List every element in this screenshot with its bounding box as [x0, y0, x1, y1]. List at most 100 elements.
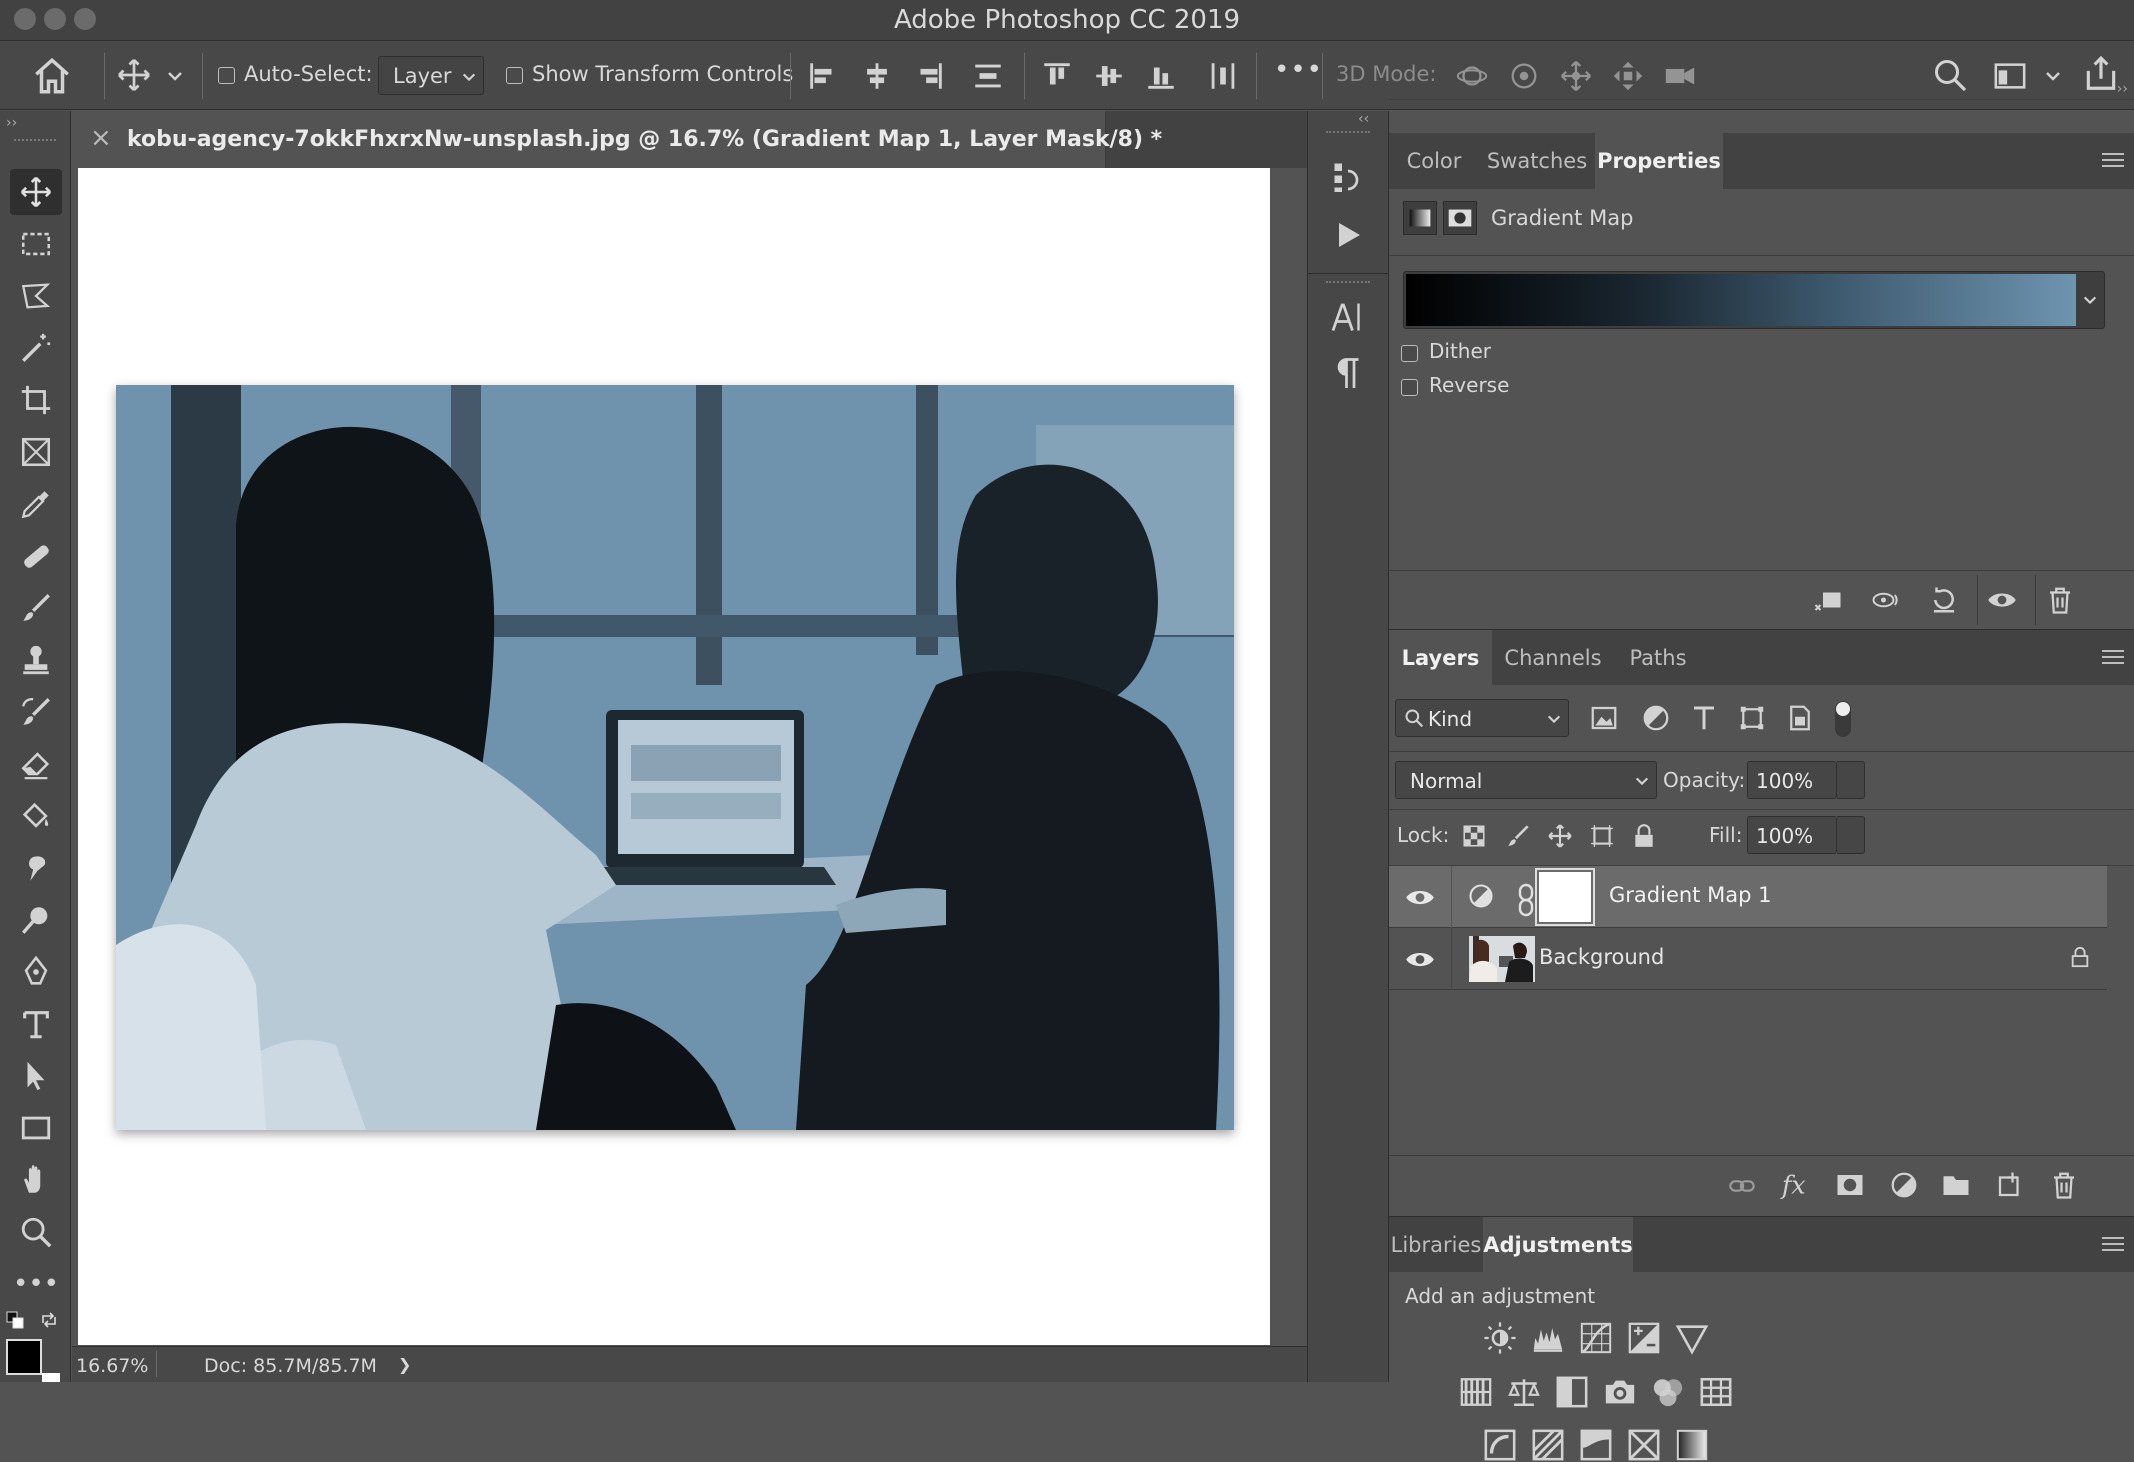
layer-visibility-eye-icon[interactable]: [1405, 885, 1435, 909]
status-menu-arrow-icon[interactable]: ❯: [398, 1355, 411, 1374]
layer-name[interactable]: Background: [1539, 945, 1664, 969]
vibrance-icon[interactable]: [1675, 1321, 1709, 1355]
layer-lock-icon[interactable]: [2069, 946, 2091, 970]
delete-layer-trash-icon[interactable]: [2047, 1170, 2081, 1200]
default-colors-icon[interactable]: [6, 1311, 24, 1329]
panel-menu-icon[interactable]: [2102, 1237, 2124, 1253]
fill-input[interactable]: 100%: [1747, 816, 1861, 854]
lasso-tool-icon[interactable]: [10, 273, 62, 319]
filter-smart-object-icon[interactable]: [1785, 703, 1815, 733]
clone-stamp-tool-icon[interactable]: [10, 637, 62, 683]
threshold-icon[interactable]: [1579, 1428, 1613, 1462]
align-left-icon[interactable]: [806, 59, 840, 93]
layer-visibility-eye-icon[interactable]: [1405, 947, 1435, 971]
add-mask-icon[interactable]: [1833, 1170, 1867, 1200]
lock-image-pixels-icon[interactable]: [1505, 823, 1531, 849]
history-panel-icon[interactable]: [1330, 159, 1366, 195]
tab-layers[interactable]: Layers: [1389, 630, 1492, 686]
chevron-down-icon[interactable]: [2044, 67, 2062, 85]
background-color-swatch[interactable]: [42, 1373, 60, 1382]
smudge-tool-icon[interactable]: [10, 845, 62, 891]
move-tool-icon[interactable]: [10, 169, 62, 215]
panel-menu-icon[interactable]: [2102, 153, 2124, 169]
new-layer-icon[interactable]: [1993, 1170, 2027, 1200]
more-options-icon[interactable]: •••: [1274, 55, 1323, 85]
panel-menu-icon[interactable]: [2102, 650, 2124, 666]
brightness-contrast-icon[interactable]: [1483, 1321, 1517, 1355]
align-bottom-icon[interactable]: [1144, 59, 1178, 93]
home-icon[interactable]: [28, 55, 76, 97]
layer-style-fx-icon[interactable]: fx: [1779, 1168, 1813, 1202]
layer-link-icon[interactable]: [1517, 882, 1535, 917]
color-balance-icon[interactable]: [1507, 1375, 1541, 1409]
filter-type-icon[interactable]: [1689, 703, 1719, 733]
collapse-panels-icon[interactable]: ››: [2117, 81, 2128, 97]
posterize-icon[interactable]: [1531, 1428, 1565, 1462]
frame-tool-icon[interactable]: [10, 429, 62, 475]
curves-icon[interactable]: [1579, 1321, 1613, 1355]
tab-libraries[interactable]: Libraries: [1389, 1217, 1483, 1273]
document-canvas[interactable]: [78, 168, 1270, 1345]
share-icon[interactable]: [2082, 55, 2120, 93]
clip-to-layer-icon[interactable]: [1811, 585, 1845, 615]
photo-filter-icon[interactable]: [1603, 1375, 1637, 1409]
eraser-tool-icon[interactable]: [10, 741, 62, 787]
layer-name[interactable]: Gradient Map 1: [1609, 883, 1771, 907]
healing-brush-tool-icon[interactable]: [10, 533, 62, 579]
collapse-dock-icon[interactable]: ‹‹: [1358, 111, 1369, 127]
show-transform-checkbox[interactable]: [506, 67, 523, 84]
move-tool-icon[interactable]: [116, 57, 152, 93]
more-tools-icon[interactable]: •••: [10, 1261, 62, 1307]
align-top-icon[interactable]: [1040, 59, 1074, 93]
history-brush-tool-icon[interactable]: [10, 689, 62, 735]
hand-tool-icon[interactable]: [10, 1157, 62, 1203]
distribute-vertical-icon[interactable]: [1206, 59, 1240, 93]
character-panel-icon[interactable]: [1330, 297, 1366, 337]
new-group-folder-icon[interactable]: [1939, 1170, 1973, 1200]
brush-tool-icon[interactable]: [10, 585, 62, 631]
layer-mask-thumbnail[interactable]: [1535, 868, 1595, 926]
chevron-down-icon[interactable]: [2082, 292, 2098, 308]
auto-select-dropdown[interactable]: Layer: [378, 56, 484, 95]
marquee-tool-icon[interactable]: [10, 221, 62, 267]
lock-artboard-icon[interactable]: [1589, 823, 1615, 849]
reverse-checkbox[interactable]: [1401, 379, 1418, 396]
view-previous-state-icon[interactable]: [1869, 585, 1903, 615]
dither-checkbox[interactable]: [1401, 345, 1418, 362]
expand-toolbar-icon[interactable]: ››: [6, 115, 28, 131]
pen-tool-icon[interactable]: [10, 949, 62, 995]
layer-filter-dropdown[interactable]: Kind: [1395, 699, 1569, 737]
chevron-down-icon[interactable]: [166, 67, 184, 85]
selective-color-icon[interactable]: [1627, 1428, 1661, 1462]
document-tab[interactable]: × kobu-agency-7okkFhxrxNw-unsplash.jpg @…: [72, 111, 1162, 168]
zoom-tool-icon[interactable]: [10, 1209, 62, 1255]
tab-adjustments[interactable]: Adjustments: [1483, 1217, 1633, 1273]
layer-row-background[interactable]: Background: [1389, 928, 2107, 990]
paint-bucket-tool-icon[interactable]: [10, 793, 62, 839]
type-tool-icon[interactable]: [10, 1001, 62, 1047]
filter-shape-icon[interactable]: [1737, 703, 1767, 733]
layer-thumbnail[interactable]: [1469, 936, 1535, 982]
gradient-map-icon[interactable]: [1675, 1428, 1709, 1462]
filter-adjustment-icon[interactable]: [1641, 703, 1671, 733]
mask-icon[interactable]: [1443, 201, 1477, 235]
link-layers-icon[interactable]: [1725, 1172, 1759, 1200]
lock-transparent-pixels-icon[interactable]: [1461, 823, 1487, 849]
align-horizontal-center-icon[interactable]: [860, 59, 894, 93]
visibility-eye-icon[interactable]: [1985, 585, 2019, 615]
zoom-level[interactable]: 16.67%: [76, 1355, 156, 1377]
auto-select-checkbox[interactable]: [218, 67, 235, 84]
path-selection-tool-icon[interactable]: [10, 1053, 62, 1099]
foreground-color-swatch[interactable]: [6, 1339, 42, 1375]
align-vertical-center-icon[interactable]: [1092, 59, 1126, 93]
crop-tool-icon[interactable]: [10, 377, 62, 423]
magic-wand-tool-icon[interactable]: [10, 325, 62, 371]
blend-mode-dropdown[interactable]: Normal: [1395, 761, 1657, 799]
delete-trash-icon[interactable]: [2043, 585, 2077, 615]
color-lookup-icon[interactable]: [1699, 1375, 1733, 1409]
canvas-area[interactable]: [72, 168, 1307, 1345]
layer-row-gradient-map[interactable]: Gradient Map 1: [1389, 866, 2107, 928]
tab-paths[interactable]: Paths: [1614, 630, 1702, 686]
workspace-icon[interactable]: [1990, 59, 2030, 93]
filter-toggle[interactable]: [1835, 701, 1851, 737]
